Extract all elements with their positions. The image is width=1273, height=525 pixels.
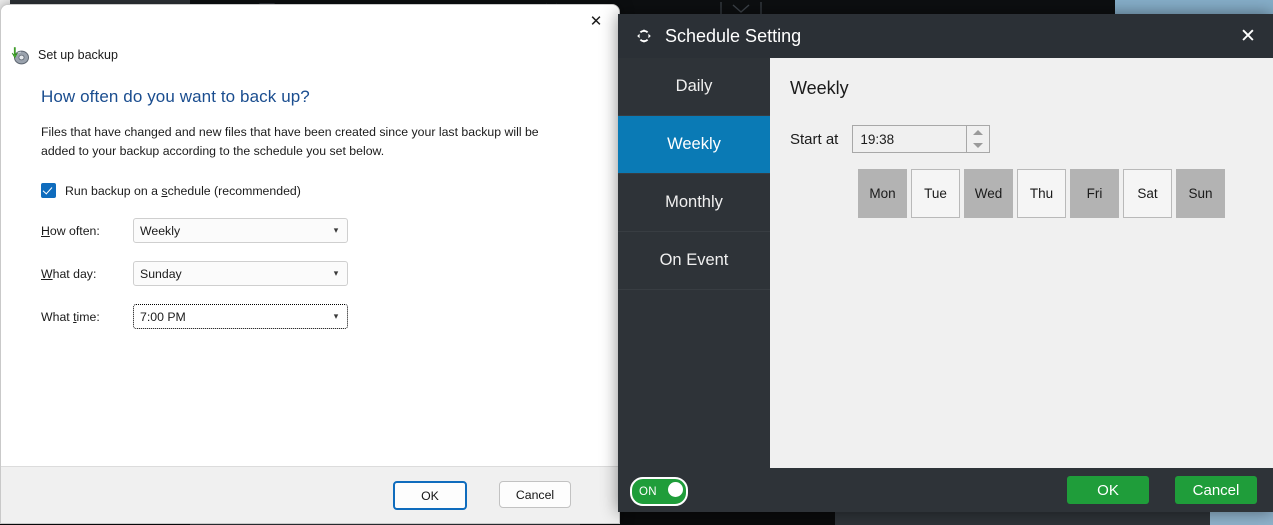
cancel-button[interactable]: Cancel bbox=[499, 481, 571, 508]
how-often-dropdown[interactable]: Weekly ▾ bbox=[133, 218, 348, 244]
day-toggle-mon[interactable]: Mon bbox=[858, 169, 907, 218]
nav-item-monthly[interactable]: Monthly bbox=[618, 174, 770, 232]
how-often-label: How often: bbox=[41, 223, 100, 238]
start-at-input[interactable]: 19:38 bbox=[852, 125, 967, 153]
schedule-nav: Daily Weekly Monthly On Event bbox=[618, 58, 770, 468]
schedule-content: Weekly Start at 19:38 Mon Tue Wed Thu Fr… bbox=[770, 58, 1273, 468]
content-title: Weekly bbox=[790, 78, 849, 98]
sync-arrows-icon bbox=[637, 29, 651, 43]
what-time-label: What time: bbox=[41, 309, 100, 324]
run-on-schedule-checkbox[interactable] bbox=[41, 183, 56, 199]
wizard-footer: OK Cancel bbox=[1, 466, 619, 523]
nav-item-weekly[interactable]: Weekly bbox=[618, 116, 770, 174]
toggle-label: ON bbox=[639, 485, 657, 498]
day-toggle-fri[interactable]: Fri bbox=[1070, 169, 1119, 218]
schedule-main: Daily Weekly Monthly On Event Weekly Sta… bbox=[618, 58, 1273, 468]
page-description: Files that have changed and new files th… bbox=[41, 125, 539, 159]
what-time-value: 7:00 PM bbox=[140, 309, 186, 324]
what-day-field: What day: Sunday ▾ bbox=[41, 261, 579, 287]
close-icon[interactable]: ✕ bbox=[573, 5, 619, 37]
day-toggle-sun[interactable]: Sun bbox=[1176, 169, 1225, 218]
what-time-dropdown[interactable]: 7:00 PM ▾ bbox=[133, 304, 348, 330]
schedule-setting-window: Schedule Setting ✕ Daily Weekly Monthly … bbox=[618, 14, 1273, 512]
schedule-titlebar: Schedule Setting ✕ bbox=[618, 14, 1273, 58]
schedule-footer: ON OK Cancel bbox=[618, 468, 1273, 512]
wizard-header: Set up backup bbox=[1, 37, 619, 69]
wizard-header-label: Set up backup bbox=[38, 48, 118, 62]
toggle-knob bbox=[668, 482, 683, 497]
screen: ✕ Set up backup How often do you want to… bbox=[0, 0, 1273, 525]
backup-disk-icon bbox=[11, 46, 29, 64]
start-at-label: Start at bbox=[790, 130, 839, 148]
chevron-down-icon: ▾ bbox=[333, 225, 339, 236]
nav-item-daily[interactable]: Daily bbox=[618, 58, 770, 116]
wizard-titlebar: ✕ bbox=[1, 5, 619, 37]
background-bottom-strip-d bbox=[835, 512, 1210, 525]
nav-item-on-event[interactable]: On Event bbox=[618, 232, 770, 290]
day-toggle-sat[interactable]: Sat bbox=[1123, 169, 1172, 218]
spinner-up-icon[interactable] bbox=[967, 126, 989, 139]
wizard-body: How often do you want to back up? Files … bbox=[1, 69, 619, 330]
day-toggle-tue[interactable]: Tue bbox=[911, 169, 960, 218]
day-toggle-thu[interactable]: Thu bbox=[1017, 169, 1066, 218]
window-title: Schedule Setting bbox=[665, 25, 802, 46]
run-on-schedule-checkbox-row[interactable]: Run backup on a schedule (recommended) bbox=[41, 183, 579, 199]
what-day-label: What day: bbox=[41, 266, 97, 281]
weekday-selector: Mon Tue Wed Thu Fri Sat Sun bbox=[858, 169, 1249, 218]
spinner-down-icon[interactable] bbox=[967, 139, 989, 152]
chevron-down-icon: ▾ bbox=[333, 311, 339, 322]
start-at-row: Start at 19:38 bbox=[790, 125, 1249, 153]
schedule-cancel-button[interactable]: Cancel bbox=[1175, 476, 1257, 504]
ok-button[interactable]: OK bbox=[393, 481, 467, 510]
how-often-field: How often: Weekly ▾ bbox=[41, 218, 579, 244]
schedule-ok-button[interactable]: OK bbox=[1067, 476, 1149, 504]
close-icon[interactable]: ✕ bbox=[1223, 14, 1273, 58]
schedule-enabled-toggle[interactable]: ON bbox=[630, 477, 688, 506]
what-time-field: What time: 7:00 PM ▾ bbox=[41, 304, 579, 330]
start-at-spinner[interactable]: 19:38 bbox=[852, 125, 991, 153]
page-title: How often do you want to back up? bbox=[41, 87, 310, 106]
run-on-schedule-label: Run backup on a schedule (recommended) bbox=[65, 183, 301, 198]
day-toggle-wed[interactable]: Wed bbox=[964, 169, 1013, 218]
what-day-dropdown[interactable]: Sunday ▾ bbox=[133, 261, 348, 287]
how-often-value: Weekly bbox=[140, 223, 181, 238]
set-up-backup-window: ✕ Set up backup How often do you want to… bbox=[0, 4, 620, 524]
what-day-value: Sunday bbox=[140, 266, 182, 281]
chevron-down-icon: ▾ bbox=[333, 268, 339, 279]
spinner-buttons bbox=[966, 125, 991, 153]
